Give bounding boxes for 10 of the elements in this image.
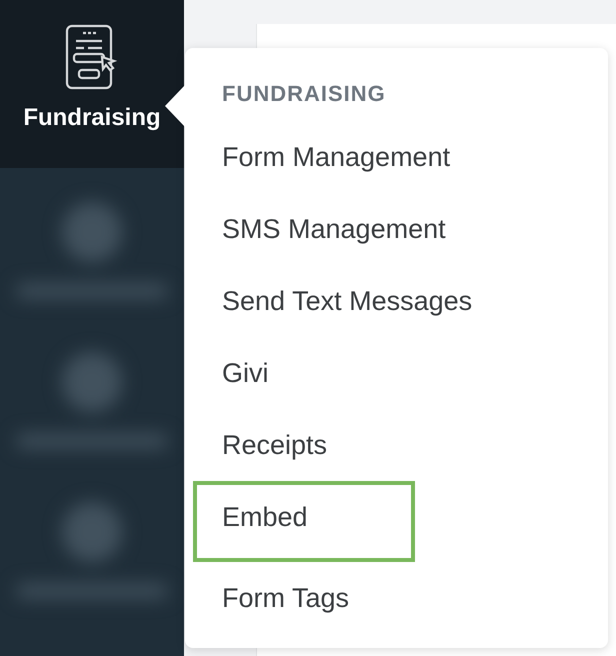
menu-item[interactable]: Receipts [185,409,608,481]
nav-label: Fundraising [23,104,161,132]
menu-item[interactable]: Send Text Messages [185,265,608,337]
menu-heading: FUNDRAISING [222,81,387,108]
menu-item[interactable]: Form Tags [185,562,608,634]
menu-item[interactable]: Form Management [185,121,608,193]
menu-item[interactable]: Givi [185,337,608,409]
menu-item[interactable]: SMS Management [185,193,608,265]
menu-item[interactable]: Embed [193,481,415,562]
active-nav-item[interactable]: Fundraising [0,0,184,168]
